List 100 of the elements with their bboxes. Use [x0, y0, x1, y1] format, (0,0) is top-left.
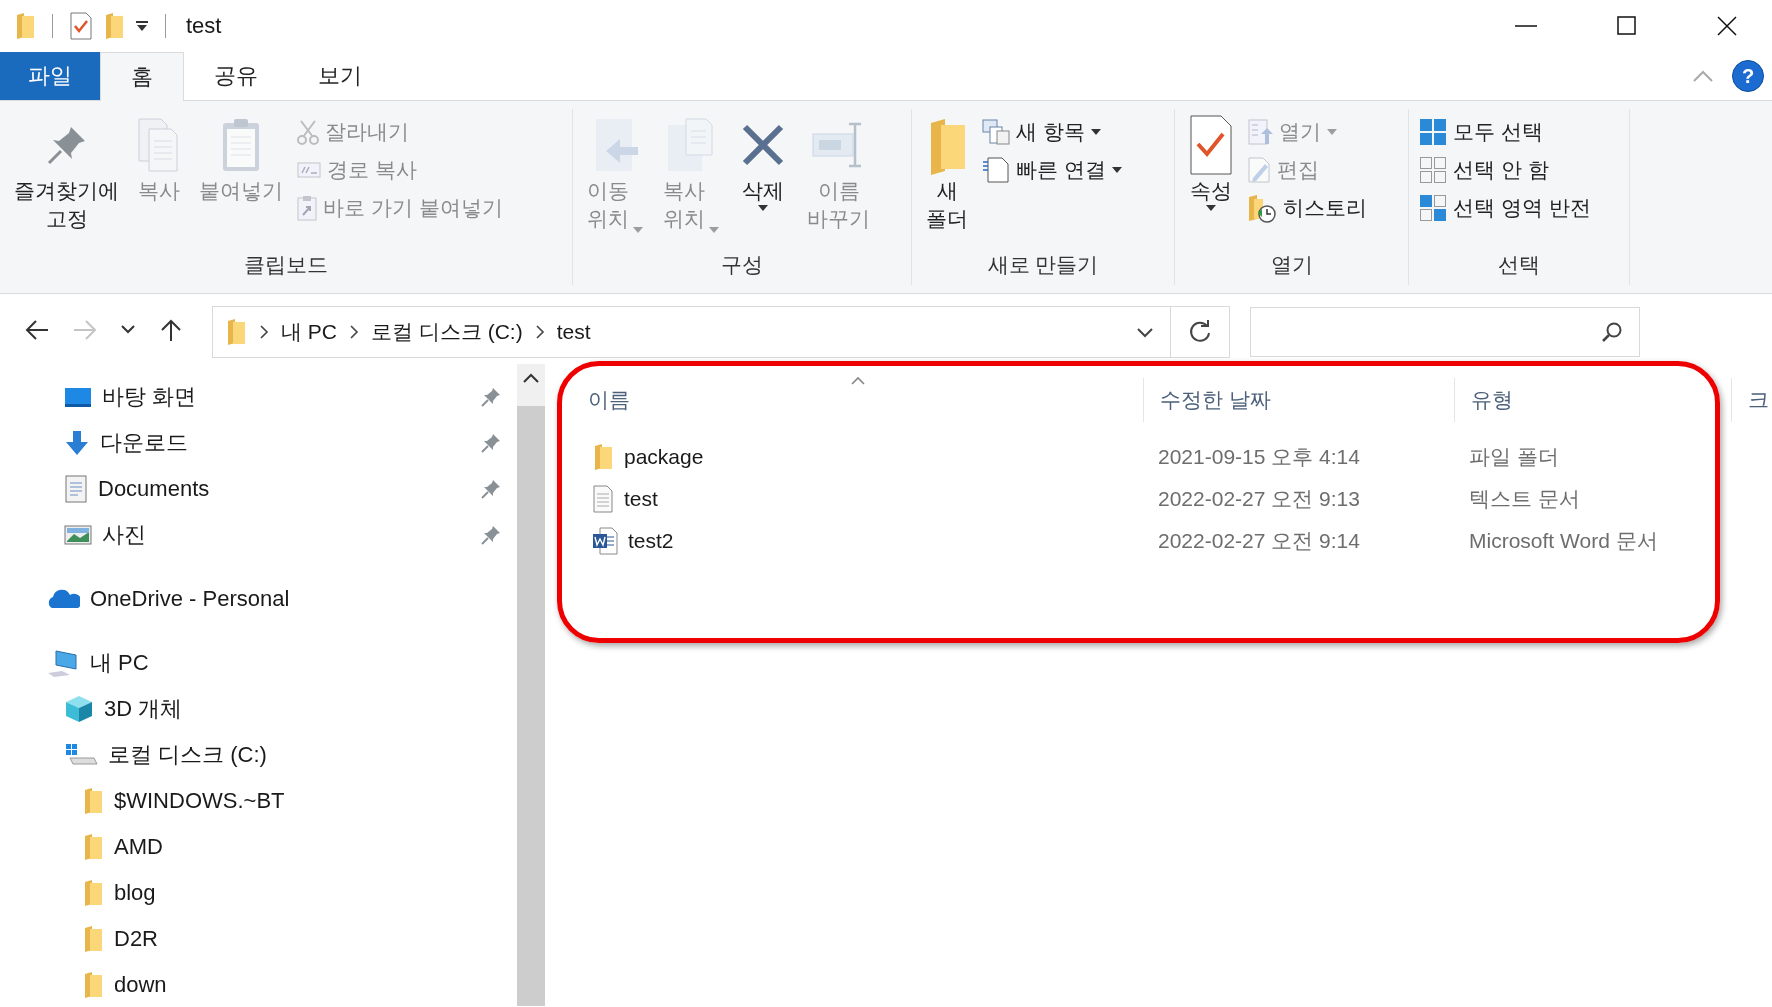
chevron-icon	[349, 325, 359, 339]
caret-icon	[633, 227, 643, 233]
nav-item[interactable]: AMD	[0, 824, 518, 870]
nav-item[interactable]: $WINDOWS.~BT	[0, 778, 518, 824]
ribbon-button[interactable]: 모두 선택	[1415, 115, 1595, 149]
ribbon-tab[interactable]: 홈	[100, 52, 184, 101]
copy-path-icon	[297, 161, 321, 179]
folder-icon	[592, 442, 614, 472]
column-header[interactable]: 유형	[1455, 378, 1732, 422]
nav-item[interactable]: down	[0, 962, 518, 1007]
ribbon-button[interactable]: 새 항목	[978, 115, 1126, 149]
back-button[interactable]	[24, 318, 50, 342]
open-icon	[1247, 118, 1273, 146]
column-header[interactable]: 수정한 날짜	[1144, 378, 1455, 422]
folder-icon	[82, 924, 104, 954]
ribbon-button[interactable]: 히스토리	[1243, 191, 1371, 225]
help-button[interactable]: ?	[1732, 60, 1764, 92]
breadcrumb[interactable]: 로컬 디스크 (C:)	[371, 318, 523, 346]
file-name[interactable]: test2	[628, 529, 674, 553]
ribbon-button[interactable]: 새 폴더	[918, 109, 976, 237]
clipboard-icon	[221, 117, 261, 173]
edit-icon	[1247, 156, 1271, 184]
file-name[interactable]: package	[624, 445, 704, 469]
cloud-icon	[46, 588, 80, 610]
grid-icon	[1419, 118, 1447, 146]
window-title: test	[186, 13, 222, 39]
type-cell-text: Microsoft Word 문서	[1468, 528, 1659, 554]
scroll-up-icon[interactable]	[522, 372, 541, 384]
nav-item[interactable]: D2R	[0, 916, 518, 962]
copy-icon	[137, 117, 181, 173]
breadcrumb[interactable]: 내 PC	[281, 318, 337, 346]
pin-icon[interactable]	[481, 525, 502, 545]
file-tab[interactable]: 파일	[0, 52, 100, 100]
type-cell-text: 텍스트 문서	[1468, 486, 1581, 512]
date-cell-text: 2022-02-27 오전 9:13	[1157, 486, 1361, 512]
address-bar[interactable]: 내 PC 로컬 디스크 (C:) test	[212, 306, 1171, 358]
history-icon	[1247, 193, 1277, 223]
copy-to-icon	[666, 117, 716, 173]
drive-icon	[64, 742, 98, 768]
computer-icon	[46, 649, 80, 677]
group-label: 선택	[1497, 252, 1541, 278]
ribbon-button[interactable]: 선택 안 함	[1415, 153, 1595, 187]
pin-icon[interactable]	[481, 479, 502, 499]
caret-icon	[1090, 129, 1101, 135]
nav-item[interactable]: 3D 개체	[0, 686, 518, 732]
nav-item[interactable]: 바탕 화면	[0, 374, 518, 420]
download-icon	[64, 429, 90, 457]
chevron-icon	[534, 325, 545, 339]
nav-item[interactable]: 내 PC	[0, 640, 518, 686]
pin-icon[interactable]	[481, 387, 502, 407]
partial-grid-icon	[1419, 194, 1447, 222]
collapse-icon[interactable]	[1692, 69, 1714, 83]
page-icon	[982, 156, 1010, 184]
search-field[interactable]	[1250, 307, 1640, 357]
ribbon-button[interactable]: 속성	[1181, 109, 1241, 215]
refresh-button[interactable]	[1188, 320, 1212, 344]
type-cell-text: 파일 폴더	[1468, 444, 1560, 470]
nav-item[interactable]: blog	[0, 870, 518, 916]
document-icon	[64, 475, 88, 503]
cube-icon	[64, 694, 94, 724]
group-label: 열기	[1269, 252, 1314, 278]
folder-icon	[82, 786, 104, 816]
nav-item[interactable]: 다운로드	[0, 420, 518, 466]
new-item-icon	[982, 119, 1010, 145]
breadcrumb[interactable]: test	[556, 320, 591, 344]
date-cell-text: 2021-09-15 오후 4:14	[1157, 444, 1361, 470]
ribbon-button[interactable]: 빠른 연결	[978, 153, 1126, 187]
caret-icon	[1206, 205, 1216, 211]
folder-icon	[82, 832, 104, 862]
monitor-icon	[64, 386, 92, 408]
ribbon-button[interactable]: 삭제	[731, 109, 795, 215]
pin-icon[interactable]	[481, 433, 502, 453]
nav-item[interactable]: OneDrive - Personal	[0, 576, 518, 622]
caret-icon	[1327, 129, 1337, 135]
shortcut-icon	[297, 195, 317, 221]
ribbon-button[interactable]: 즐겨찾기에 고정	[6, 109, 127, 237]
dropdown-icon[interactable]	[135, 20, 149, 32]
checkmark-page-icon	[1189, 114, 1233, 176]
chevron-icon	[259, 325, 269, 339]
column-header[interactable]: 이름	[572, 378, 1144, 422]
ribbon-button[interactable]: 선택 영역 반전	[1415, 191, 1595, 225]
text-file-icon	[592, 485, 614, 513]
nav-item[interactable]: Documents	[0, 466, 518, 512]
dropdown-icon[interactable]	[1136, 327, 1154, 339]
scissors-icon	[297, 119, 319, 145]
caret-icon	[1111, 167, 1122, 173]
column-header[interactable]: 크	[1732, 378, 1772, 422]
folder-icon	[82, 970, 104, 1000]
picture-icon	[64, 524, 92, 546]
nav-item[interactable]: 사진	[0, 512, 518, 558]
group-label: 구성	[720, 252, 764, 278]
nav-item[interactable]: 로컬 디스크 (C:)	[0, 732, 518, 778]
word-file-icon	[592, 527, 618, 555]
group-label: 클립보드	[243, 252, 329, 278]
folder-icon	[225, 317, 247, 347]
date-cell-text: 2022-02-27 오전 9:14	[1157, 528, 1361, 554]
scrollbar[interactable]	[517, 364, 545, 1006]
caret-icon	[758, 205, 768, 211]
file-name[interactable]: test	[624, 487, 658, 511]
properties-icon[interactable]	[69, 12, 93, 40]
